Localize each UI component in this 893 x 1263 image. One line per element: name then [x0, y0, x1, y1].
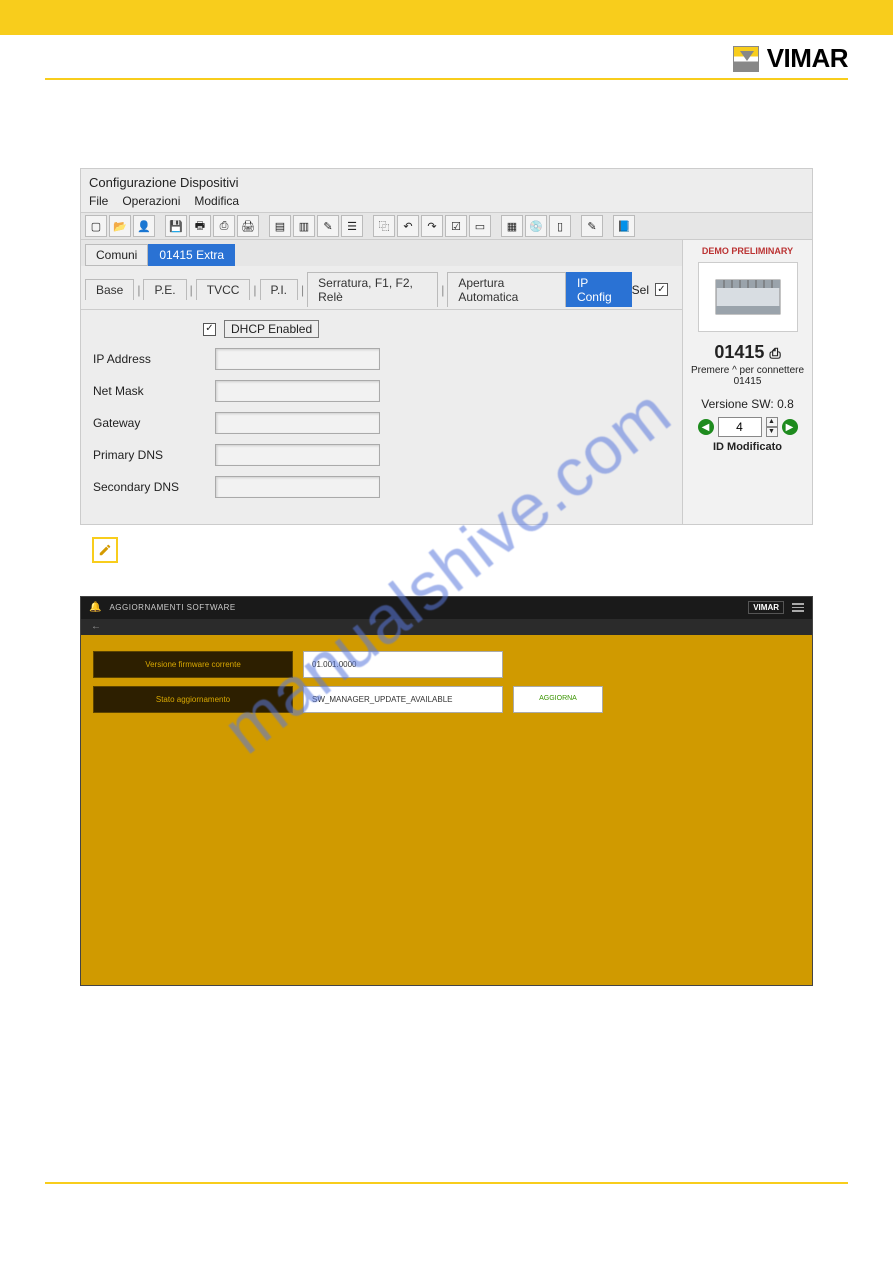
tb-grid-icon[interactable]: ▦	[501, 215, 523, 237]
brand-logo-icon	[733, 46, 759, 72]
tb-print-icon[interactable]: 🖶	[189, 215, 211, 237]
tab-01415-extra[interactable]: 01415 Extra	[148, 244, 235, 266]
tb-doc1-icon[interactable]: ▤	[269, 215, 291, 237]
tb-check-icon[interactable]: ☑	[445, 215, 467, 237]
ip-form: DHCP Enabled IP Address Net Mask Gateway	[81, 310, 682, 524]
input-primary-dns[interactable]	[215, 444, 380, 466]
bell-icon: 🔔	[89, 602, 101, 613]
label-primary-dns: Primary DNS	[93, 448, 203, 462]
label-net-mask: Net Mask	[93, 384, 203, 398]
tb-undo-icon[interactable]: ↶	[397, 215, 419, 237]
sel-checkbox[interactable]	[655, 283, 668, 296]
id-prev-button[interactable]: ◀	[698, 419, 714, 435]
page-number: 29	[0, 1184, 893, 1208]
tb-disc-icon[interactable]: 💿	[525, 215, 547, 237]
tb-redo-icon[interactable]: ↷	[421, 215, 443, 237]
top-tab-row: Comuni 01415 Extra	[81, 240, 682, 266]
menu-operazioni[interactable]: Operazioni	[122, 194, 180, 208]
dhcp-checkbox[interactable]	[203, 323, 216, 336]
edit-icon-caption: Use the edit button in the toolbar to wr…	[126, 543, 508, 557]
mid-paragraph	[80, 569, 813, 585]
header: VIMAR	[0, 35, 893, 78]
subtab-pi[interactable]: P.I.	[260, 279, 298, 300]
tb-edit-icon[interactable]: ✎	[317, 215, 339, 237]
fw-version-value: 01.001.0000	[303, 651, 503, 678]
fw-version-label: Versione firmware corrente	[93, 651, 293, 678]
input-secondary-dns[interactable]	[215, 476, 380, 498]
tb-new-icon[interactable]: ▢	[85, 215, 107, 237]
id-next-button[interactable]: ▶	[782, 419, 798, 435]
subtab-ipconfig[interactable]: IP Config	[566, 272, 632, 307]
web-back-bar[interactable]: ←	[81, 619, 812, 635]
sub-tab-row: Base | P.E. | TVCC | P.I. | Serratura, F…	[81, 266, 682, 310]
id-input[interactable]	[718, 417, 762, 437]
toolbar: ▢ 📂 👤 💾 🖶 ⎙ 🖨 ▤ ▥ ✎ ☰ ⿻ ↶ ↷ ☑ ▭ ▦ 💿 ▯ ✎	[81, 212, 812, 240]
usb-icon: ⎙	[769, 345, 780, 361]
web-admin-screenshot: 🔔 AGGIORNAMENTI SOFTWARE VIMAR ← Version…	[80, 596, 813, 986]
post-paragraph: The web administration page shows the cu…	[80, 1000, 813, 1032]
tb-copy-icon[interactable]: ⿻	[373, 215, 395, 237]
tab-comuni[interactable]: Comuni	[85, 244, 148, 266]
device-model: 01415	[714, 342, 764, 362]
update-status-label: Stato aggiornamento	[93, 686, 293, 713]
web-brand: VIMAR	[748, 601, 784, 614]
update-status-value: SW_MANAGER_UPDATE_AVAILABLE	[303, 686, 503, 713]
edit-pencil-icon	[92, 537, 118, 563]
subtab-pe[interactable]: P.E.	[143, 279, 186, 300]
tb-device-icon[interactable]: ▯	[549, 215, 571, 237]
config-dialog-screenshot: Configurazione Dispositivi File Operazio…	[80, 168, 813, 525]
label-gateway: Gateway	[93, 416, 203, 430]
id-spin-up[interactable]: ▲	[766, 417, 778, 427]
tb-export-icon[interactable]: ⎙	[213, 215, 235, 237]
sel-label: Sel	[632, 283, 649, 297]
intro-paragraph: In the IP Config tab of the configuratio…	[80, 126, 813, 158]
update-button[interactable]: AGGIORNA	[513, 686, 603, 713]
connect-hint: Premere ^ per connettere 01415	[689, 365, 806, 387]
tb-book-icon[interactable]: 📘	[613, 215, 635, 237]
version-label: Versione SW: 0.8	[689, 397, 806, 411]
label-ip-address: IP Address	[93, 352, 203, 366]
tb-save-icon[interactable]: 💾	[165, 215, 187, 237]
dialog-title: Configurazione Dispositivi	[81, 169, 812, 194]
brand-name: VIMAR	[767, 43, 848, 74]
subtab-serratura[interactable]: Serratura, F1, F2, Relè	[307, 272, 438, 307]
dhcp-label: DHCP Enabled	[224, 320, 319, 338]
burger-icon[interactable]	[792, 603, 804, 612]
id-modificato-label: ID Modificato	[689, 441, 806, 453]
edit-icon-note: • Use the edit button in the toolbar to …	[80, 537, 813, 563]
tb-open-icon[interactable]: 📂	[109, 215, 131, 237]
top-yellow-band	[0, 0, 893, 35]
tb-doc2-icon[interactable]: ▥	[293, 215, 315, 237]
page-body: manualshive.com In the IP Config tab of …	[0, 80, 893, 1102]
subtab-apertura[interactable]: Apertura Automatica	[447, 272, 566, 307]
label-secondary-dns: Secondary DNS	[93, 480, 203, 494]
device-image	[698, 262, 798, 332]
brand-block: VIMAR	[733, 43, 848, 74]
tb-user-icon[interactable]: 👤	[133, 215, 155, 237]
tb-pencil-icon[interactable]: ✎	[581, 215, 603, 237]
subtab-base[interactable]: Base	[85, 279, 134, 300]
id-spin-down[interactable]: ▼	[766, 427, 778, 437]
input-net-mask[interactable]	[215, 380, 380, 402]
id-nav: ◀ ▲ ▼ ▶	[689, 417, 806, 437]
menu-file[interactable]: File	[89, 194, 108, 208]
tb-window-icon[interactable]: ▭	[469, 215, 491, 237]
tb-list-icon[interactable]: ☰	[341, 215, 363, 237]
tb-print2-icon[interactable]: 🖨	[237, 215, 259, 237]
input-gateway[interactable]	[215, 412, 380, 434]
subtab-tvcc[interactable]: TVCC	[196, 279, 251, 300]
web-title: AGGIORNAMENTI SOFTWARE	[109, 603, 235, 612]
demo-preliminary-label: DEMO PRELIMINARY	[689, 246, 806, 256]
menu-modifica[interactable]: Modifica	[194, 194, 239, 208]
web-header: 🔔 AGGIORNAMENTI SOFTWARE VIMAR	[81, 597, 812, 619]
input-ip-address[interactable]	[215, 348, 380, 370]
right-panel: DEMO PRELIMINARY 01415 ⎙ Premere ^ per c…	[682, 240, 812, 524]
menu-bar: File Operazioni Modifica	[81, 194, 812, 212]
